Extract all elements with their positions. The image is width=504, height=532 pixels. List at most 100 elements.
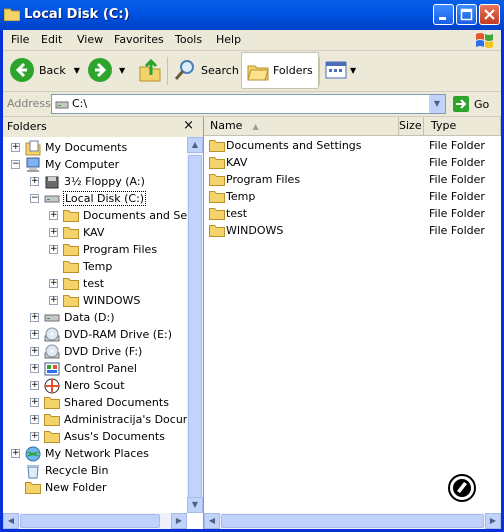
menu-edit[interactable]: Edit [41, 33, 62, 46]
scroll-up-icon[interactable]: ▲ [187, 137, 203, 153]
toolbar: Back ▼ ▼ Search Folders ▼ [3, 51, 501, 92]
tree-item-label: My Computer [45, 158, 120, 171]
expand-icon[interactable]: + [49, 296, 58, 305]
expand-icon[interactable]: + [30, 381, 39, 390]
file-list-horizontal-scrollbar[interactable]: ◀ ▶ [204, 513, 501, 529]
minimize-button[interactable] [433, 4, 454, 25]
file-name: Temp [226, 190, 256, 203]
go-button[interactable]: Go [452, 94, 489, 114]
collapse-icon[interactable]: − [30, 194, 39, 203]
folder-icon [209, 138, 225, 152]
expand-icon[interactable]: + [30, 347, 39, 356]
expand-icon[interactable]: + [30, 330, 39, 339]
menu-file[interactable]: File [11, 33, 29, 46]
expand-icon[interactable]: + [30, 415, 39, 424]
tree-item-label: Temp [83, 260, 113, 273]
scroll-thumb[interactable] [188, 155, 202, 511]
file-row[interactable]: WINDOWS File Folder [204, 222, 501, 239]
up-folder-button[interactable] [138, 54, 162, 86]
tree-item-label: Asus's Documents [64, 430, 165, 443]
go-label: Go [474, 97, 490, 111]
folders-button[interactable]: Folders [241, 52, 319, 89]
folder-icon [25, 480, 41, 494]
menu-favorites[interactable]: Favorites [114, 33, 164, 46]
search-button[interactable]: Search [173, 54, 239, 86]
scroll-right-icon[interactable]: ▶ [485, 513, 501, 529]
expand-icon[interactable]: + [30, 177, 39, 186]
file-name: Documents and Settings [226, 139, 362, 152]
expand-icon[interactable]: + [11, 143, 20, 152]
folder-icon [63, 242, 79, 256]
collapse-icon[interactable]: − [11, 160, 20, 169]
address-input[interactable]: C:\ ▼ [51, 94, 446, 114]
scroll-right-icon[interactable]: ▶ [171, 513, 187, 529]
tree-item-label: My Network Places [45, 447, 149, 460]
menu-view[interactable]: View [77, 33, 103, 46]
file-row[interactable]: Temp File Folder [204, 188, 501, 205]
column-type[interactable]: Type [424, 117, 501, 136]
expand-icon[interactable]: + [30, 313, 39, 322]
scroll-left-icon[interactable]: ◀ [204, 513, 220, 529]
file-name: test [226, 207, 248, 220]
file-type: File Folder [429, 139, 485, 152]
file-row[interactable]: Documents and Settings File Folder [204, 137, 501, 154]
views-button[interactable]: ▼ [325, 54, 356, 86]
file-type: File Folder [429, 190, 485, 203]
network-icon [25, 446, 41, 462]
address-bar: Address C:\ ▼ Go [3, 92, 501, 117]
title-bar[interactable]: Local Disk (C:) [0, 0, 504, 30]
windows-logo-icon [476, 33, 493, 48]
folder-icon [63, 225, 79, 239]
explorer-window: Local Disk (C:) File Edit View Favorites… [0, 0, 504, 532]
file-name: KAV [226, 156, 248, 169]
toolbar-separator [167, 57, 168, 85]
folder-icon [63, 276, 79, 290]
tree-item-label: Administracija's Documents [64, 413, 187, 426]
window-title: Local Disk (C:) [24, 7, 130, 22]
tree-vertical-scrollbar[interactable]: ▲ ▼ [187, 137, 203, 513]
column-name[interactable]: Name ▲ [204, 117, 399, 136]
scroll-left-icon[interactable]: ◀ [3, 513, 19, 529]
tree-item-label: Documents and Settings [83, 209, 187, 222]
file-row[interactable]: test File Folder [204, 205, 501, 222]
expand-icon[interactable]: + [30, 432, 39, 441]
tree-horizontal-scrollbar[interactable]: ◀ ▶ [3, 513, 187, 529]
expand-icon[interactable]: + [49, 279, 58, 288]
back-dropdown-icon[interactable]: ▼ [74, 66, 80, 75]
tree-item-label: 3½ Floppy (A:) [64, 175, 145, 188]
hscroll-thumb[interactable] [20, 514, 160, 528]
folder-icon [44, 395, 60, 409]
folders-pane-title: Folders [7, 120, 47, 133]
column-size[interactable]: Size [399, 117, 424, 136]
hscroll-thumb[interactable] [221, 514, 484, 528]
floppy-icon [44, 174, 60, 190]
column-type-label: Type [431, 119, 457, 132]
close-pane-icon[interactable]: × [183, 118, 194, 133]
toolbar-separator [319, 57, 320, 85]
expand-icon[interactable]: + [30, 398, 39, 407]
file-row[interactable]: Program Files File Folder [204, 171, 501, 188]
computer-icon [25, 157, 41, 173]
menu-bar: File Edit View Favorites Tools Help [3, 30, 501, 51]
menu-help[interactable]: Help [216, 33, 241, 46]
back-button[interactable]: Back ▼ [9, 54, 80, 86]
tree-item-label: Program Files [83, 243, 158, 256]
close-button[interactable] [479, 4, 500, 25]
maximize-icon [460, 8, 473, 21]
forward-dropdown-icon[interactable]: ▼ [119, 66, 125, 75]
expand-icon[interactable]: + [30, 364, 39, 373]
search-icon [174, 60, 194, 80]
expand-icon[interactable]: + [49, 211, 58, 220]
menu-tools[interactable]: Tools [175, 33, 202, 46]
scroll-down-icon[interactable]: ▼ [187, 497, 203, 513]
expand-icon[interactable]: + [11, 449, 20, 458]
forward-button[interactable]: ▼ [87, 54, 125, 86]
expand-icon[interactable]: + [49, 245, 58, 254]
cdrom-icon [44, 327, 60, 343]
folder-tree: + My Documents − My Computer +3½ Floppy (A:)… [3, 137, 187, 513]
panel-icon [44, 361, 60, 377]
address-dropdown-icon[interactable]: ▼ [429, 95, 445, 113]
file-row[interactable]: KAV File Folder [204, 154, 501, 171]
maximize-button[interactable] [456, 4, 477, 25]
expand-icon[interactable]: + [49, 228, 58, 237]
